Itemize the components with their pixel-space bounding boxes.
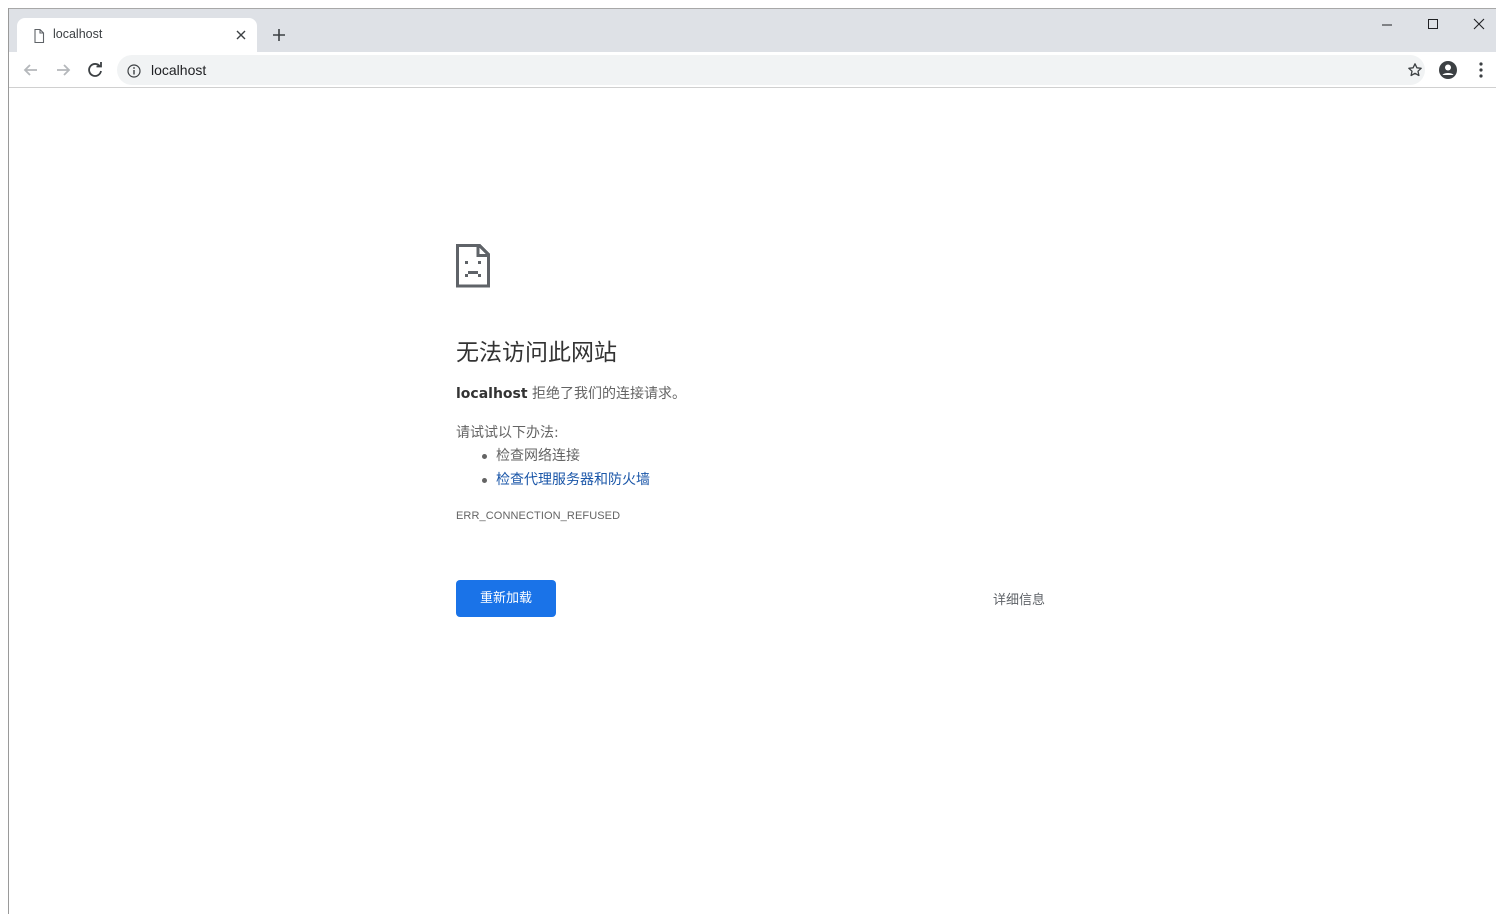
address-bar[interactable]: localhost — [117, 55, 1425, 85]
maximize-icon[interactable] — [1410, 9, 1456, 39]
error-code: ERR_CONNECTION_REFUSED — [456, 510, 621, 522]
star-icon[interactable] — [1407, 62, 1423, 78]
new-tab-plus-icon[interactable] — [270, 26, 288, 44]
window-left-border — [8, 8, 9, 914]
suggestion-check-proxy-link[interactable]: 检查代理服务器和防火墙 — [456, 468, 650, 492]
reload-button[interactable]: 重新加载 — [456, 580, 556, 617]
page-icon — [31, 28, 47, 44]
error-heading: 无法访问此网站 — [456, 340, 617, 366]
host-name: localhost — [456, 386, 528, 402]
account-circle-icon[interactable] — [1438, 60, 1458, 80]
reload-icon[interactable] — [84, 59, 106, 81]
suggestions-list: 检查网络连接 检查代理服务器和防火墙 — [456, 444, 650, 492]
more-vert-icon[interactable] — [1474, 60, 1488, 80]
arrow-left-icon[interactable] — [20, 59, 42, 81]
details-button[interactable]: 详细信息 — [993, 589, 1045, 608]
minimize-icon[interactable] — [1364, 9, 1410, 39]
info-icon[interactable] — [127, 63, 141, 78]
close-icon[interactable] — [233, 27, 249, 43]
window-close-icon[interactable] — [1456, 9, 1496, 39]
error-page: 无法访问此网站 localhost 拒绝了我们的连接请求。 请试试以下办法: 检… — [9, 89, 1496, 914]
tab-title: localhost — [53, 27, 103, 41]
suggestions-heading: 请试试以下办法: — [456, 425, 559, 441]
arrow-right-icon[interactable] — [52, 59, 74, 81]
error-message-text: 拒绝了我们的连接请求。 — [527, 386, 687, 402]
sad-page-icon — [456, 244, 490, 288]
suggestion-check-network: 检查网络连接 — [456, 444, 650, 468]
error-message: localhost 拒绝了我们的连接请求。 — [456, 383, 686, 403]
browser-toolbar: localhost — [9, 52, 1496, 88]
tab-strip: localhost — [9, 9, 1496, 52]
address-text: localhost — [151, 62, 207, 78]
tab-localhost[interactable]: localhost — [17, 18, 257, 52]
